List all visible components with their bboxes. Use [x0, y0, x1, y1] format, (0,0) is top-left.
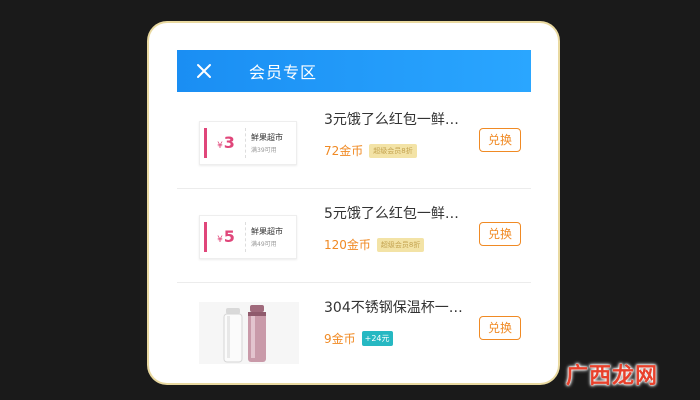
watermark-logo: 广西龙网: [566, 364, 659, 389]
extra-cost-badge: +24元: [361, 331, 393, 346]
coupon-currency: ¥: [217, 235, 223, 245]
redeem-button[interactable]: 兑换: [479, 128, 521, 152]
item-name[interactable]: 5元饿了么红包一鲜…: [324, 203, 474, 223]
thermos-bottles-image: [199, 302, 299, 364]
price-row: 72金币 超级会员8折: [324, 142, 417, 159]
coupon-condition: 满39可用: [251, 147, 277, 154]
coupon-value: 5: [223, 227, 235, 246]
coupon-info: 鲜果超市 满39可用: [246, 132, 283, 154]
item-price: 9金币: [324, 332, 356, 346]
member-zone-panel: 会员专区 ¥3 鲜果超市 满39可用 3元饿了么红包一鲜… 72金币 超级会员8…: [149, 23, 558, 383]
price-row: 120金币 超级会员8折: [324, 236, 425, 253]
redeem-button[interactable]: 兑换: [479, 222, 521, 246]
member-discount-badge: 超级会员8折: [376, 237, 425, 252]
coupon-title: 鲜果超市: [251, 133, 283, 142]
header-bar: 会员专区: [177, 50, 531, 92]
coupon-amount: ¥3: [207, 128, 246, 158]
member-discount-badge: 超级会员8折: [369, 143, 417, 158]
product-image: [199, 302, 299, 364]
item-name[interactable]: 3元饿了么红包一鲜…: [324, 109, 474, 129]
list-item: ¥5 鲜果超市 满49可用 5元饿了么红包一鲜… 120金币 超级会员8折 兑换: [177, 189, 531, 283]
reward-list: ¥3 鲜果超市 满39可用 3元饿了么红包一鲜… 72金币 超级会员8折 兑换 …: [177, 95, 531, 376]
coupon-condition: 满49可用: [251, 241, 277, 248]
price-row: 9金币 +24元: [324, 330, 393, 347]
coupon-card: ¥3 鲜果超市 满39可用: [199, 121, 297, 165]
page-title: 会员专区: [249, 63, 318, 82]
coupon-info: 鲜果超市 满49可用: [246, 226, 283, 248]
list-item: ¥3 鲜果超市 满39可用 3元饿了么红包一鲜… 72金币 超级会员8折 兑换: [177, 95, 531, 189]
coupon-value: 3: [223, 133, 235, 152]
item-price: 120金币: [324, 238, 371, 252]
coupon-card: ¥5 鲜果超市 满49可用: [199, 215, 297, 259]
item-name[interactable]: 304不锈钢保温杯一…: [324, 297, 474, 317]
coupon-currency: ¥: [217, 141, 223, 151]
coupon-thumbnail: ¥5 鲜果超市 满49可用: [199, 208, 299, 264]
coupon-amount: ¥5: [207, 222, 246, 252]
coupon-title: 鲜果超市: [251, 227, 283, 236]
list-item: 304不锈钢保温杯一… 9金币 +24元 兑换: [177, 283, 531, 376]
redeem-button[interactable]: 兑换: [479, 316, 521, 340]
close-icon: [197, 64, 211, 78]
item-price: 72金币: [324, 144, 364, 158]
close-button[interactable]: [177, 50, 231, 92]
coupon-thumbnail: ¥3 鲜果超市 满39可用: [199, 114, 299, 170]
